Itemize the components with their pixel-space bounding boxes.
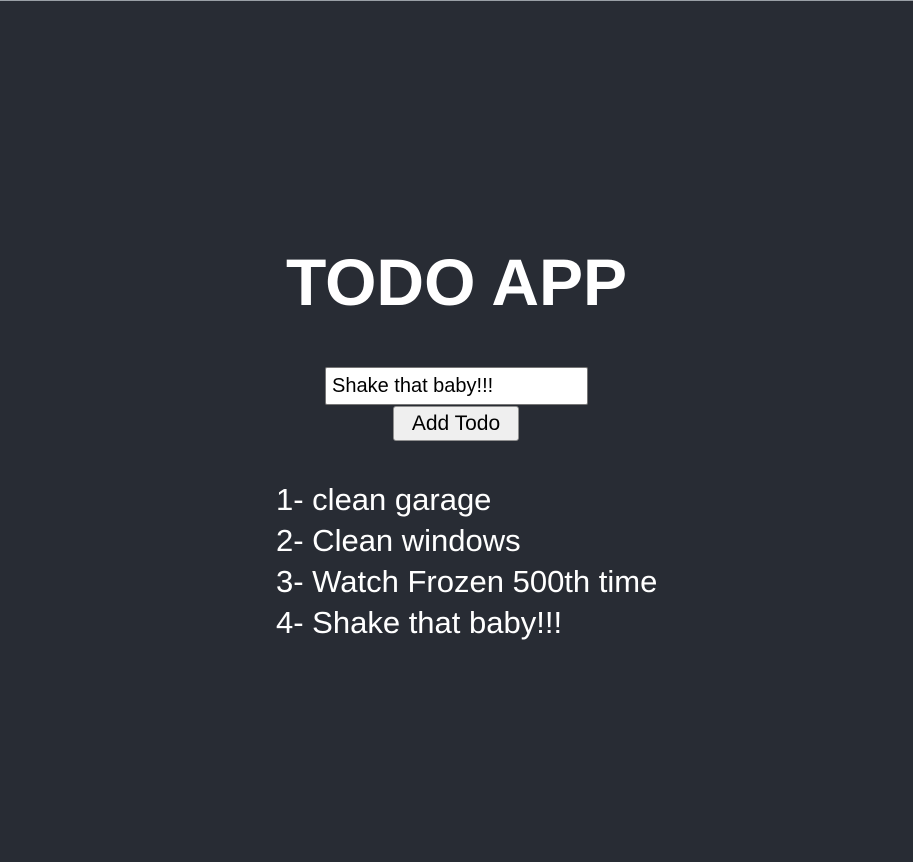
todo-list: 1- clean garage 2- Clean windows 3- Watc… — [276, 479, 657, 643]
todo-item: 4- Shake that baby!!! — [276, 605, 563, 640]
todo-item: 1- clean garage — [276, 482, 492, 517]
add-todo-button[interactable]: Add Todo — [393, 406, 519, 441]
todo-item: 3- Watch Frozen 500th time — [276, 564, 658, 599]
page-title: TODO APP — [285, 245, 628, 319]
todo-app: TODO APP Add Todo 1- clean garage 2- Cle… — [0, 0, 913, 862]
todo-item: 2- Clean windows — [276, 523, 521, 558]
todo-input[interactable] — [325, 367, 588, 405]
